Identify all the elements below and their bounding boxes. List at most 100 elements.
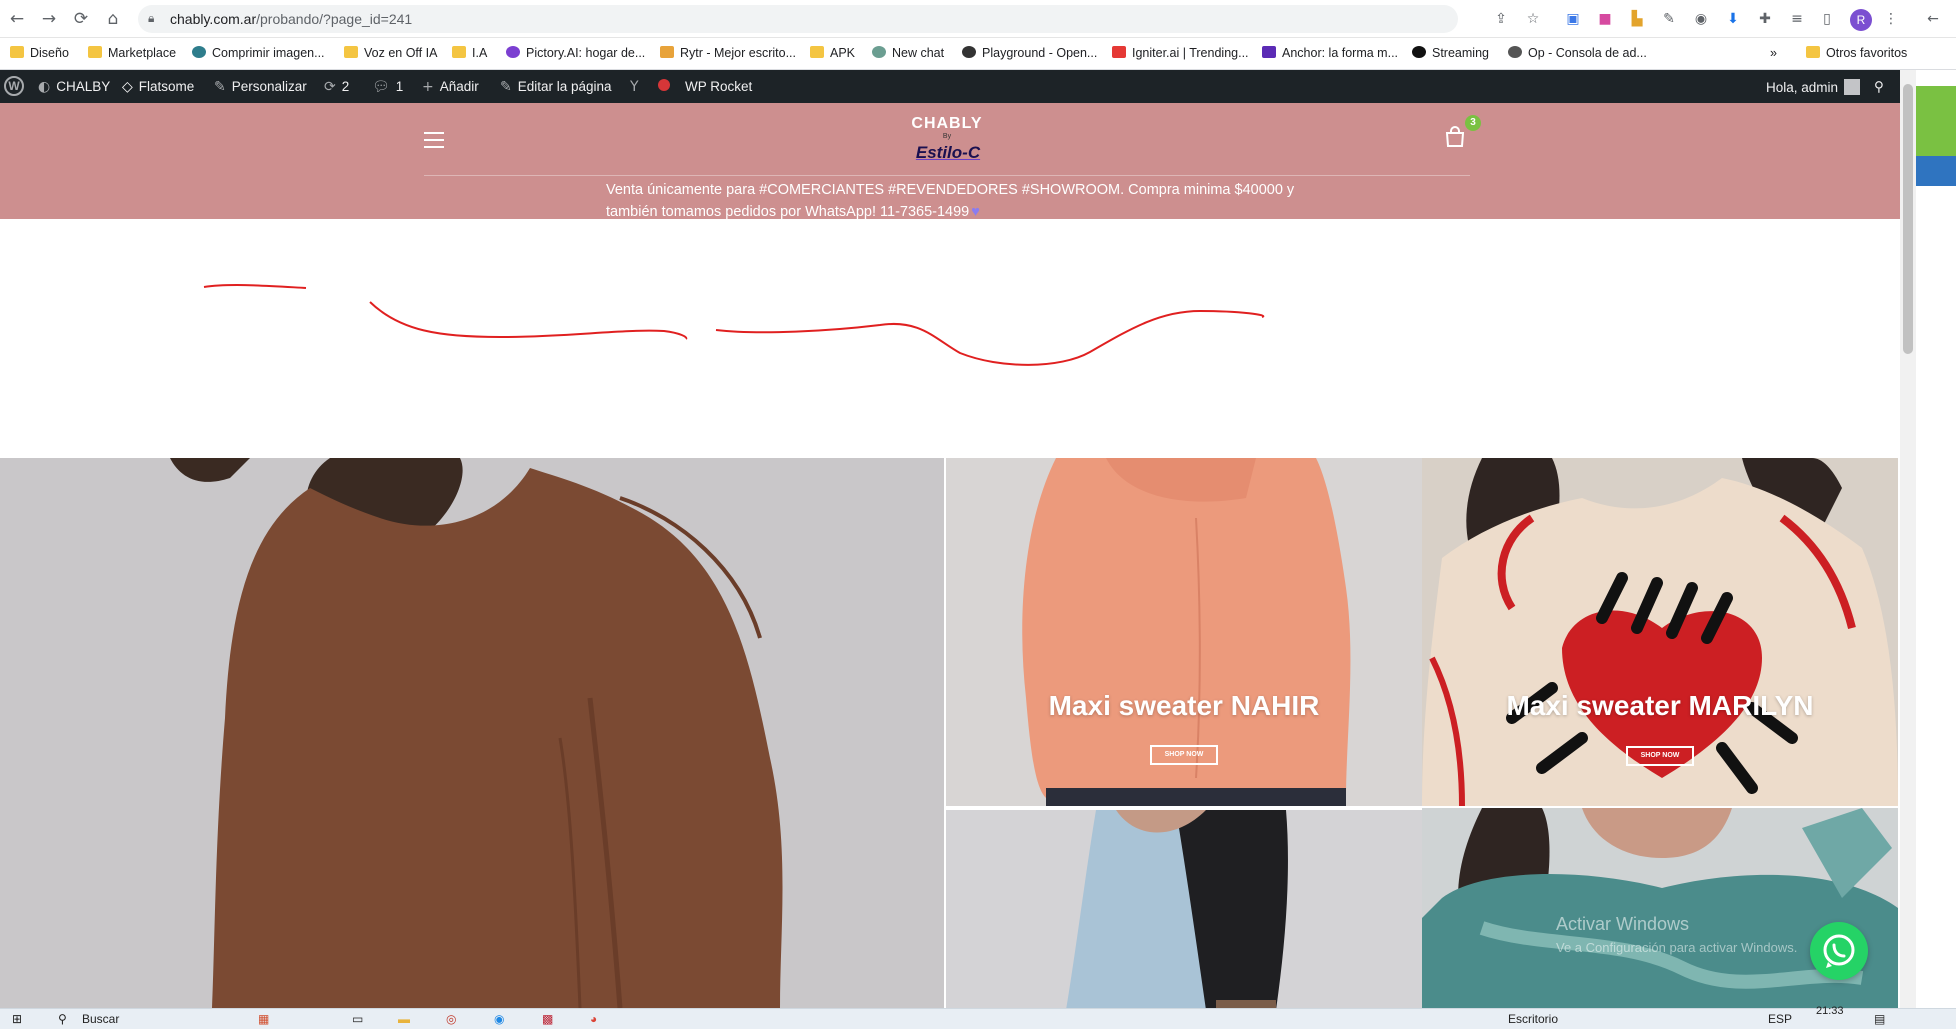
extension-icon[interactable]: ▙ xyxy=(1628,10,1646,28)
folder-icon xyxy=(344,46,358,58)
extension-icon[interactable]: ✎ xyxy=(1660,10,1678,28)
bookmark-item[interactable]: Igniter.ai | Trending... xyxy=(1112,46,1249,64)
wp-site-name[interactable]: ◐ CHALBY xyxy=(38,79,110,95)
site-icon xyxy=(1112,46,1126,58)
wp-theme-menu[interactable]: ◇ Flatsome xyxy=(122,79,194,95)
bookmark-item[interactable]: Rytr - Mejor escrito... xyxy=(660,46,796,64)
taskbar-desktop[interactable]: Escritorio xyxy=(1508,1012,1558,1026)
yoast-icon[interactable]: Y xyxy=(630,79,645,95)
taskbar-app-icon[interactable]: ▦ xyxy=(258,1012,269,1026)
site-icon xyxy=(1262,46,1276,58)
brown-sweater-image xyxy=(170,458,783,1008)
edge-icon[interactable]: ◉ xyxy=(494,1012,504,1026)
folder-icon xyxy=(810,46,824,58)
site-icon xyxy=(660,46,674,58)
star-icon[interactable]: ☆ xyxy=(1524,10,1542,28)
url-path: /probando/?page_id=241 xyxy=(256,11,413,27)
plus-icon: + xyxy=(422,79,434,95)
task-view-icon[interactable]: ▭ xyxy=(352,1012,363,1026)
reload-icon[interactable]: ⟳ xyxy=(70,8,92,30)
shopping-bag-icon[interactable] xyxy=(1443,125,1467,149)
bookmark-item[interactable]: Diseño xyxy=(10,46,69,64)
heart-icon: ♥ xyxy=(971,204,980,220)
bookmark-item[interactable]: Anchor: la forma m... xyxy=(1262,46,1398,64)
address-bar[interactable]: 🔒︎ chably.com.ar/probando/?page_id=241 xyxy=(138,5,1458,33)
folder-icon xyxy=(88,46,102,58)
brush-icon: ✎ xyxy=(214,79,226,95)
folder-icon xyxy=(452,46,466,58)
bookmark-item[interactable]: Playground - Open... xyxy=(962,46,1097,64)
bookmarks-bar: Diseño Marketplace Comprimir imagen... V… xyxy=(0,38,1956,70)
sidepanel-icon[interactable]: ▯ xyxy=(1818,10,1836,28)
product-tile-large[interactable] xyxy=(0,458,944,1008)
extension-icon[interactable]: ▣ xyxy=(1564,10,1582,28)
tile-title: Maxi sweater NAHIR xyxy=(1048,690,1320,721)
windows-activation-subtitle: Ve a Configuración para activar Windows. xyxy=(1556,940,1798,955)
wp-customize[interactable]: ✎ Personalizar xyxy=(214,79,307,95)
side-green-block xyxy=(1916,86,1956,156)
file-explorer-icon[interactable]: ▬ xyxy=(398,1012,410,1026)
back-icon[interactable]: ← xyxy=(6,8,28,30)
menu-icon[interactable]: ⋮ xyxy=(1882,10,1900,28)
search-icon[interactable]: ⚲ xyxy=(58,1012,67,1026)
bookmark-other-folder[interactable]: Otros favoritos xyxy=(1806,46,1907,64)
wp-updates[interactable]: ⟳ 2 xyxy=(324,79,349,95)
notice-line-2: también tomamos pedidos por WhatsApp! 11… xyxy=(606,204,970,220)
scrollbar-thumb[interactable] xyxy=(1903,84,1913,354)
download-icon[interactable]: ⬇ xyxy=(1724,10,1742,28)
product-tile-cardigan[interactable] xyxy=(946,808,1422,1008)
side-blue-block xyxy=(1916,156,1956,186)
home-icon[interactable]: ⌂ xyxy=(102,8,124,30)
bookmarks-more[interactable]: » xyxy=(1770,46,1777,64)
profile-avatar[interactable]: R xyxy=(1850,9,1872,31)
shop-now-button[interactable]: SHOP NOW xyxy=(1626,746,1694,766)
pencil-icon: ✎ xyxy=(500,79,512,95)
taskbar-language[interactable]: ESP xyxy=(1768,1012,1792,1026)
forward-icon[interactable]: → xyxy=(38,8,60,30)
wp-comments[interactable]: 💬︎ 1 xyxy=(372,79,403,95)
chrome-icon[interactable]: ◕ xyxy=(590,1012,597,1026)
taskbar-app-icon[interactable]: ◎ xyxy=(446,1012,456,1026)
bookmark-item[interactable]: Streaming xyxy=(1412,46,1489,64)
taskbar-clock[interactable]: 21:33 xyxy=(1816,1005,1844,1017)
header-notice: Venta únicamente para #COMERCIANTES #REV… xyxy=(606,179,1306,223)
windows-start-icon[interactable]: ⊞ xyxy=(12,1012,22,1026)
search-icon[interactable]: ⚲ xyxy=(1874,79,1884,95)
notice-line-1: Venta únicamente para #COMERCIANTES #REV… xyxy=(606,182,1295,198)
status-dot-icon xyxy=(658,79,670,94)
product-tile-nahir[interactable]: Maxi sweater NAHIR SHOP NOW xyxy=(946,458,1422,806)
back-arrow-icon[interactable]: ← xyxy=(1924,10,1942,28)
wp-rocket[interactable]: WP Rocket xyxy=(685,79,752,94)
user-avatar-icon xyxy=(1844,79,1861,95)
site-header: CHABLY By Estilo-C 3 Venta únicamente pa… xyxy=(0,103,1900,220)
logo-title[interactable]: CHABLY xyxy=(880,115,1014,133)
bookmark-item[interactable]: APK xyxy=(810,46,855,64)
hamburger-menu-icon[interactable] xyxy=(424,132,444,148)
camera-icon[interactable]: ◉ xyxy=(1692,10,1710,28)
wp-greeting[interactable]: Hola, admin xyxy=(1766,79,1861,95)
bookmark-item[interactable]: Pictory.AI: hogar de... xyxy=(506,46,645,64)
shop-now-button[interactable]: SHOP NOW xyxy=(1150,745,1218,765)
bookmark-item[interactable]: Marketplace xyxy=(88,46,176,64)
bookmark-item[interactable]: Comprimir imagen... xyxy=(192,46,325,64)
wordpress-logo-icon[interactable]: W xyxy=(4,76,24,96)
playlist-icon[interactable]: ≡ xyxy=(1788,10,1806,28)
logo-subtitle[interactable]: Estilo-C xyxy=(906,143,990,163)
bookmark-item[interactable]: New chat xyxy=(872,46,944,64)
vertical-scrollbar[interactable] xyxy=(1900,70,1916,1008)
notifications-icon[interactable]: ▤ xyxy=(1874,1012,1885,1026)
taskbar-app-icon[interactable]: ▩ xyxy=(542,1012,553,1026)
whatsapp-button[interactable] xyxy=(1810,922,1868,980)
site-icon xyxy=(506,46,520,58)
bookmark-item[interactable]: Op - Consola de ad... xyxy=(1508,46,1647,64)
product-tile-marilyn[interactable]: Maxi sweater MARILYN SHOP NOW xyxy=(1422,458,1898,806)
bookmark-item[interactable]: I.A xyxy=(452,46,487,64)
bookmark-item[interactable]: Voz en Off IA xyxy=(344,46,437,64)
wp-edit-page[interactable]: ✎ Editar la página xyxy=(500,79,612,95)
site-icon xyxy=(192,46,206,58)
share-icon[interactable]: ⇪ xyxy=(1492,10,1510,28)
extension-icon[interactable]: ■ xyxy=(1596,10,1614,28)
taskbar-search[interactable]: Buscar xyxy=(82,1012,119,1026)
wp-add-new[interactable]: + Añadir xyxy=(422,79,479,95)
puzzle-icon[interactable]: ✚ xyxy=(1756,10,1774,28)
